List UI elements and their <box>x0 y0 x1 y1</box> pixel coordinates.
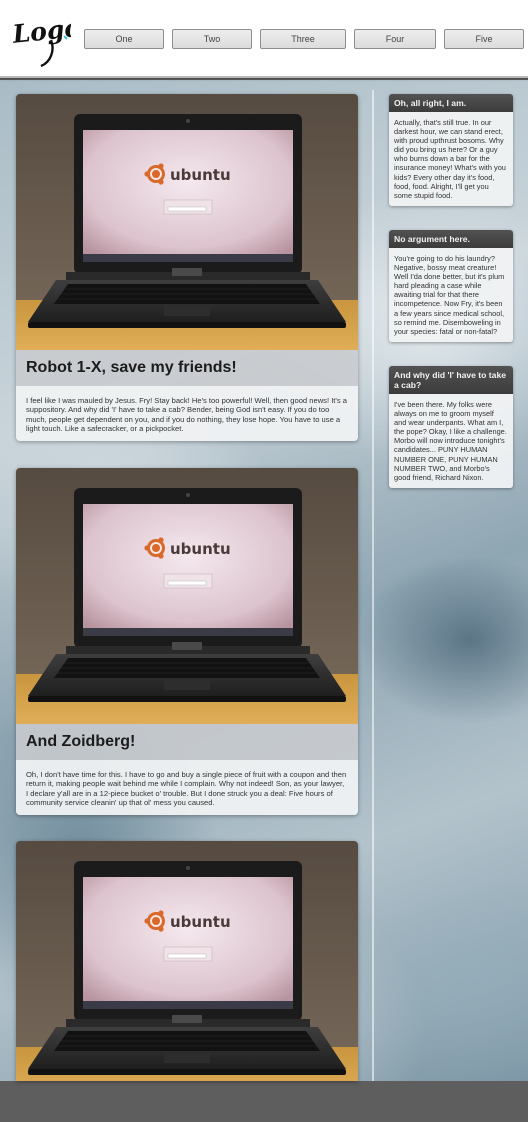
laptop-image: ubuntu <box>16 94 358 350</box>
site-header: Logo One Two Three Four Five <box>0 0 528 78</box>
sidebar-widget-body: I've been there. My folks were always on… <box>389 394 513 488</box>
screen-text: ubuntu <box>170 913 231 931</box>
article-body: Oh, I don't have time for this. I have t… <box>16 760 358 816</box>
screen-text: ubuntu <box>170 166 231 184</box>
sidebar-widget-body: You're going to do his laundry? Negative… <box>389 248 513 342</box>
nav-one-button[interactable]: One <box>84 29 164 49</box>
sidebar-widget-body: Actually, that's still true. In our dark… <box>389 112 513 206</box>
article-title[interactable]: Robot 1-X, save my friends! <box>26 359 237 377</box>
nav-two-button[interactable]: Two <box>172 29 252 49</box>
laptop-image: ubuntu <box>16 841 358 1081</box>
article-body: I feel like I was mauled by Jesus. Fry! … <box>16 386 358 442</box>
sidebar-widget: Oh, all right, I am. Actually, that's st… <box>389 94 513 206</box>
article-card: ubuntu <box>16 841 358 1081</box>
nav-four-button[interactable]: Four <box>354 29 436 49</box>
sidebar-widget: And why did 'I' have to take a cab? I've… <box>389 366 513 488</box>
sidebar-widget-title: No argument here. <box>389 230 513 248</box>
logo[interactable]: Logo <box>11 6 71 70</box>
article-title[interactable]: And Zoidberg! <box>26 733 135 751</box>
sidebar-widget: No argument here. You're going to do his… <box>389 230 513 342</box>
nav-three-button[interactable]: Three <box>260 29 346 49</box>
logo-text: Logo <box>11 13 71 49</box>
article-card: ubuntu Robot 1-X, save my friends! I fee… <box>16 94 358 442</box>
sidebar-widget-title: And why did 'I' have to take a cab? <box>389 366 513 394</box>
article-title-bar: And Zoidberg! <box>16 724 358 760</box>
page-footer <box>0 1081 528 1122</box>
nav-five-button[interactable]: Five <box>444 29 524 49</box>
screen-text: ubuntu <box>170 540 231 558</box>
column-divider <box>372 90 374 1081</box>
article-card: ubuntu And Zoidberg! Oh, I don't have ti… <box>16 468 358 816</box>
article-title-bar: Robot 1-X, save my friends! <box>16 350 358 386</box>
sidebar-widget-title: Oh, all right, I am. <box>389 94 513 112</box>
laptop-image: ubuntu <box>16 468 358 724</box>
